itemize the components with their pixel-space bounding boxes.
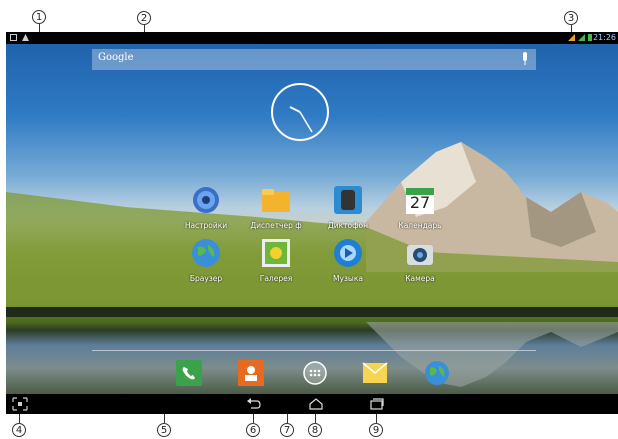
- app-label: Браузер: [189, 274, 223, 283]
- app-label: Календарь: [398, 221, 442, 230]
- screenshot-icon[interactable]: [12, 397, 28, 411]
- callout-9: 9: [369, 423, 383, 437]
- callout-8: 8: [308, 423, 322, 437]
- signal-icon: [568, 34, 575, 41]
- callout-7: 7: [280, 423, 294, 437]
- battery-icon: [588, 34, 592, 41]
- navigation-bar: [6, 394, 618, 414]
- status-time: 21:26: [592, 33, 616, 42]
- screenshot-notification-icon: [10, 34, 17, 41]
- home-screen: 21:26 Google Настройки Диспетчер ф Дикто…: [6, 32, 618, 414]
- recorder-icon: [334, 186, 362, 214]
- app-label: Диспетчер ф: [250, 221, 302, 230]
- back-icon[interactable]: [246, 397, 262, 411]
- all-apps-icon[interactable]: [302, 360, 328, 386]
- recent-apps-icon[interactable]: [368, 397, 384, 411]
- app-label: Галерея: [259, 274, 293, 283]
- warning-notification-icon: [22, 34, 29, 41]
- google-label: Google: [98, 52, 134, 63]
- folder-icon: [262, 189, 290, 212]
- contacts-icon[interactable]: [238, 360, 264, 386]
- callout-6: 6: [246, 423, 260, 437]
- microphone-icon[interactable]: [522, 52, 528, 66]
- home-icon[interactable]: [308, 397, 324, 411]
- callout-5: 5: [157, 423, 171, 437]
- messaging-icon[interactable]: [362, 360, 388, 386]
- music-icon: [334, 239, 362, 267]
- dock-divider: [92, 350, 536, 351]
- app-file-manager[interactable]: Диспетчер ф: [250, 184, 302, 230]
- app-label: Музыка: [333, 274, 363, 283]
- camera-icon: [407, 245, 433, 265]
- callout-2: 2: [137, 11, 151, 25]
- globe-icon: [192, 239, 220, 267]
- callout-3: 3: [564, 11, 578, 25]
- app-camera[interactable]: Камера: [394, 237, 446, 283]
- callout-1: 1: [32, 10, 46, 24]
- phone-icon[interactable]: [176, 360, 202, 386]
- gallery-icon: [262, 239, 290, 267]
- browser-icon[interactable]: [424, 360, 450, 386]
- app-gallery[interactable]: Галерея: [250, 237, 302, 283]
- app-music[interactable]: Музыка: [322, 237, 374, 283]
- app-settings[interactable]: Настройки: [180, 184, 232, 230]
- app-recorder[interactable]: Диктофон: [322, 184, 374, 230]
- callout-4: 4: [12, 423, 26, 437]
- analog-clock-widget[interactable]: [270, 82, 330, 142]
- app-browser[interactable]: Браузер: [180, 237, 232, 283]
- settings-icon: [193, 187, 219, 213]
- app-label: Настройки: [184, 221, 228, 230]
- status-bar: 21:26: [6, 32, 618, 44]
- app-label: Диктофон: [327, 221, 369, 230]
- calendar-date-badge: 27: [409, 193, 431, 212]
- google-search-bar[interactable]: Google: [92, 49, 536, 70]
- app-label: Камера: [405, 274, 435, 283]
- signal-strength-icon: [578, 34, 585, 41]
